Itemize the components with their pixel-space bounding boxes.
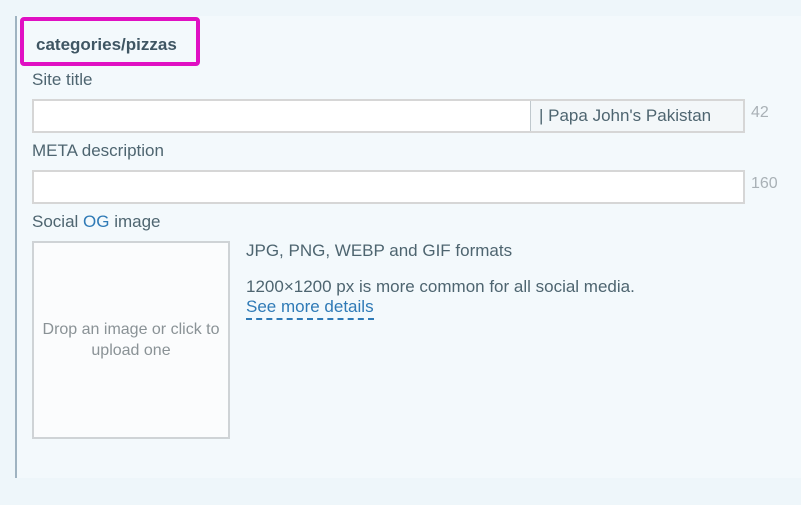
site-title-char-counter: 42	[751, 104, 769, 121]
social-og-label-accent: OG	[83, 212, 110, 231]
category-path-badge: categories/pizzas	[20, 17, 200, 66]
category-path: categories/pizzas	[36, 35, 177, 54]
dropzone-instructions: Drop an image or click to upload one	[42, 321, 220, 359]
meta-description-label: META description	[32, 141, 164, 160]
og-image-dropzone[interactable]: Drop an image or click to upload one	[32, 241, 230, 439]
see-more-details-link[interactable]: See more details	[246, 297, 374, 320]
social-og-image-label: Social OG image	[32, 212, 161, 232]
meta-description-char-counter: 160	[751, 175, 778, 192]
site-title-input[interactable]: | Papa John's Pakistan	[32, 99, 745, 133]
social-og-label-prefix: Social	[32, 212, 84, 231]
og-image-formats: JPG, PNG, WEBP and GIF formats	[246, 241, 513, 260]
social-og-label-suffix: image	[109, 212, 161, 231]
site-title-suffix: | Papa John's Pakistan	[530, 101, 743, 131]
seo-settings-panel: categories/pizzas Site title | Papa John…	[15, 16, 801, 478]
site-title-label: Site title	[32, 70, 93, 89]
og-image-size-hint: 1200×1200 px is more common for all soci…	[246, 277, 635, 296]
meta-description-input[interactable]	[32, 170, 745, 204]
